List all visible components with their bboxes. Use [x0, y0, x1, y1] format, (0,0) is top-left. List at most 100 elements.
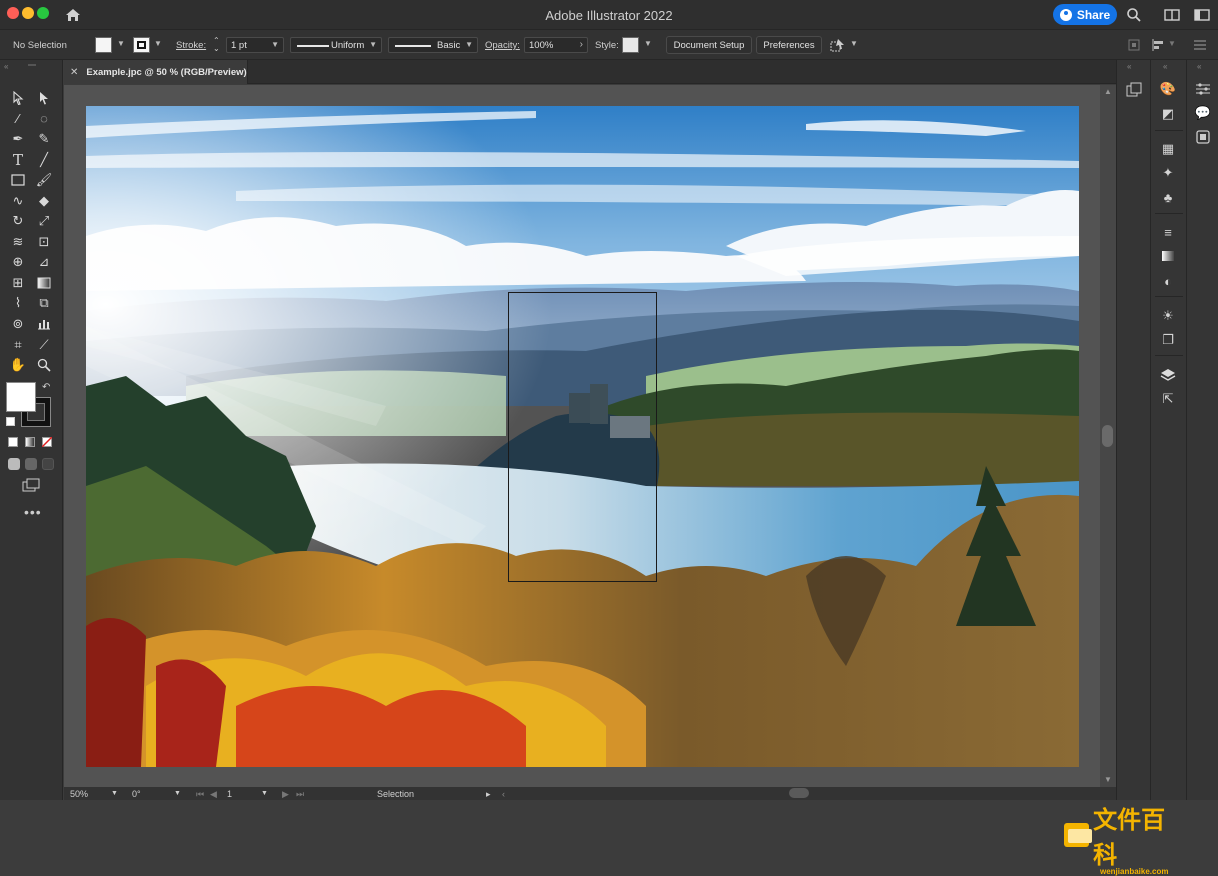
- document-tab[interactable]: ✕ Example.jpc @ 50 % (RGB/Preview): [64, 60, 248, 84]
- lasso-tool-icon[interactable]: ◌: [34, 108, 54, 128]
- document-setup-button[interactable]: Document Setup: [666, 36, 752, 54]
- chevron-down-icon[interactable]: ▼: [644, 39, 652, 48]
- curvature-tool-icon[interactable]: ✎: [34, 129, 54, 149]
- symbol-sprayer-tool-icon[interactable]: ⊚: [8, 314, 28, 334]
- draw-behind-icon[interactable]: [25, 458, 37, 470]
- chevron-down-icon[interactable]: ▼: [154, 39, 162, 48]
- gradient-tool-icon[interactable]: [34, 273, 54, 293]
- properties-panel-icon[interactable]: [1124, 80, 1144, 100]
- align-icon[interactable]: [1151, 39, 1165, 51]
- artboard-image[interactable]: [86, 106, 1079, 767]
- shape-builder-tool-icon[interactable]: ⊕: [8, 252, 28, 272]
- share-button[interactable]: Share: [1053, 4, 1117, 25]
- symbols-panel-icon[interactable]: ♣: [1158, 187, 1178, 207]
- horizontal-scroll-thumb[interactable]: [789, 788, 809, 798]
- free-transform-tool-icon[interactable]: ⊡: [34, 232, 54, 252]
- fill-swatch[interactable]: [95, 37, 112, 53]
- magic-wand-tool-icon[interactable]: ⁄: [8, 108, 28, 128]
- comments-panel-icon[interactable]: 💬: [1193, 103, 1213, 123]
- column-graph-tool-icon[interactable]: [34, 314, 54, 334]
- none-mode-icon[interactable]: [42, 437, 52, 447]
- chevron-down-icon[interactable]: ▼: [111, 790, 118, 797]
- brush-definition-dropdown[interactable]: Basic ▼: [388, 37, 478, 53]
- chevron-down-icon[interactable]: ▼: [850, 39, 858, 48]
- paintbrush-tool-icon[interactable]: 🖌: [34, 170, 54, 190]
- collapse-toolbar-icon[interactable]: «: [4, 62, 8, 71]
- line-segment-tool-icon[interactable]: ╱: [34, 150, 54, 170]
- graphic-styles-panel-icon[interactable]: ❐: [1158, 330, 1178, 350]
- variable-width-profile-dropdown[interactable]: Uniform ▼: [290, 37, 382, 53]
- properties-sliders-icon[interactable]: [1193, 79, 1213, 99]
- stroke-swatch[interactable]: [133, 37, 150, 53]
- type-tool-icon[interactable]: T: [8, 150, 28, 170]
- stroke-weight-field[interactable]: 1 pt ▼: [226, 37, 284, 53]
- previous-artboard-icon[interactable]: ◀: [210, 789, 217, 800]
- collapse-dock-icon[interactable]: «: [1163, 62, 1167, 71]
- canvas-area[interactable]: 文件百科 wenjianbaike.com: [64, 85, 1168, 876]
- chevron-down-icon[interactable]: ▼: [271, 40, 279, 49]
- workspace-switcher-icon[interactable]: [1194, 8, 1210, 22]
- chevron-down-icon[interactable]: ▼: [117, 39, 125, 48]
- edit-toolbar-icon[interactable]: •••: [24, 504, 42, 520]
- gradient-mode-icon[interactable]: [25, 437, 35, 447]
- toolbar-grip[interactable]: [28, 64, 36, 66]
- chevron-down-icon[interactable]: ▼: [261, 790, 268, 797]
- rectangle-tool-icon[interactable]: [8, 170, 28, 190]
- rotate-tool-icon[interactable]: ↻: [8, 211, 28, 231]
- transform-grid-icon[interactable]: [1128, 39, 1140, 51]
- hand-tool-icon[interactable]: ✋: [8, 355, 28, 375]
- status-menu-arrow-icon[interactable]: ▸: [486, 789, 491, 800]
- opacity-field[interactable]: 100% ›: [524, 37, 588, 53]
- appearance-panel-icon[interactable]: ☀: [1158, 306, 1178, 326]
- close-tab-icon[interactable]: ✕: [70, 67, 78, 78]
- selection-tool-icon[interactable]: [8, 88, 28, 108]
- stroke-label[interactable]: Stroke:: [176, 40, 206, 51]
- eraser-tool-icon[interactable]: ◆: [34, 191, 54, 211]
- fill-color-box[interactable]: [6, 382, 36, 412]
- draw-normal-icon[interactable]: [8, 458, 20, 470]
- transparency-panel-icon[interactable]: ◐: [1158, 271, 1178, 291]
- vertical-scroll-thumb[interactable]: [1102, 425, 1113, 447]
- arrange-documents-icon[interactable]: [1164, 8, 1180, 22]
- export-panel-icon[interactable]: ⇱: [1158, 389, 1178, 409]
- scale-tool-icon[interactable]: ⤢: [34, 211, 54, 231]
- collapse-dock-icon[interactable]: «: [1197, 62, 1201, 71]
- stroke-stepper-icon[interactable]: ⌃ ⌄: [213, 37, 220, 53]
- draw-inside-icon[interactable]: [42, 458, 54, 470]
- screen-mode-icon[interactable]: [22, 478, 40, 492]
- artboard-number[interactable]: 1: [227, 789, 232, 799]
- shaper-tool-icon[interactable]: ∿: [8, 191, 28, 211]
- stroke-panel-icon[interactable]: ≡: [1158, 222, 1178, 242]
- graphic-style-swatch[interactable]: [622, 37, 639, 53]
- chevron-down-icon[interactable]: ▼: [1168, 39, 1176, 48]
- gradient-panel-icon[interactable]: [1158, 246, 1178, 266]
- scroll-down-icon[interactable]: ▼: [1104, 775, 1112, 784]
- width-tool-icon[interactable]: ≋: [8, 232, 28, 252]
- color-panel-icon[interactable]: 🎨: [1158, 79, 1178, 99]
- current-tool-status[interactable]: Selection: [377, 789, 414, 799]
- select-similar-icon[interactable]: [830, 38, 846, 52]
- eyedropper-tool-icon[interactable]: ⌇: [8, 293, 28, 313]
- chevron-down-icon[interactable]: ▼: [369, 40, 377, 49]
- scroll-up-icon[interactable]: ▲: [1104, 87, 1112, 96]
- collapse-dock-icon[interactable]: «: [1127, 62, 1131, 71]
- chevron-down-icon[interactable]: ▼: [174, 790, 181, 797]
- mesh-tool-icon[interactable]: ⊞: [8, 273, 28, 293]
- default-colors-icon[interactable]: [6, 417, 15, 426]
- pen-tool-icon[interactable]: ✒: [8, 129, 28, 149]
- placed-image-bounding-box[interactable]: [508, 292, 657, 582]
- opacity-label[interactable]: Opacity:: [485, 40, 520, 51]
- next-artboard-icon[interactable]: ▶: [282, 789, 289, 800]
- panel-menu-icon[interactable]: [1194, 39, 1206, 51]
- last-artboard-icon[interactable]: ⏭: [296, 789, 304, 800]
- color-guide-icon[interactable]: ◩: [1158, 104, 1178, 124]
- brushes-panel-icon[interactable]: ✦: [1158, 163, 1178, 183]
- libraries-panel-icon[interactable]: [1193, 127, 1213, 147]
- artboard-tool-icon[interactable]: ⌗: [8, 335, 28, 355]
- direct-selection-tool-icon[interactable]: [34, 88, 54, 108]
- first-artboard-icon[interactable]: ⏮: [196, 789, 204, 800]
- scroll-left-icon[interactable]: ‹: [502, 789, 505, 799]
- layers-panel-icon[interactable]: [1158, 365, 1178, 385]
- slice-tool-icon[interactable]: ⟋: [34, 335, 54, 355]
- zoom-level[interactable]: 50%: [70, 789, 88, 799]
